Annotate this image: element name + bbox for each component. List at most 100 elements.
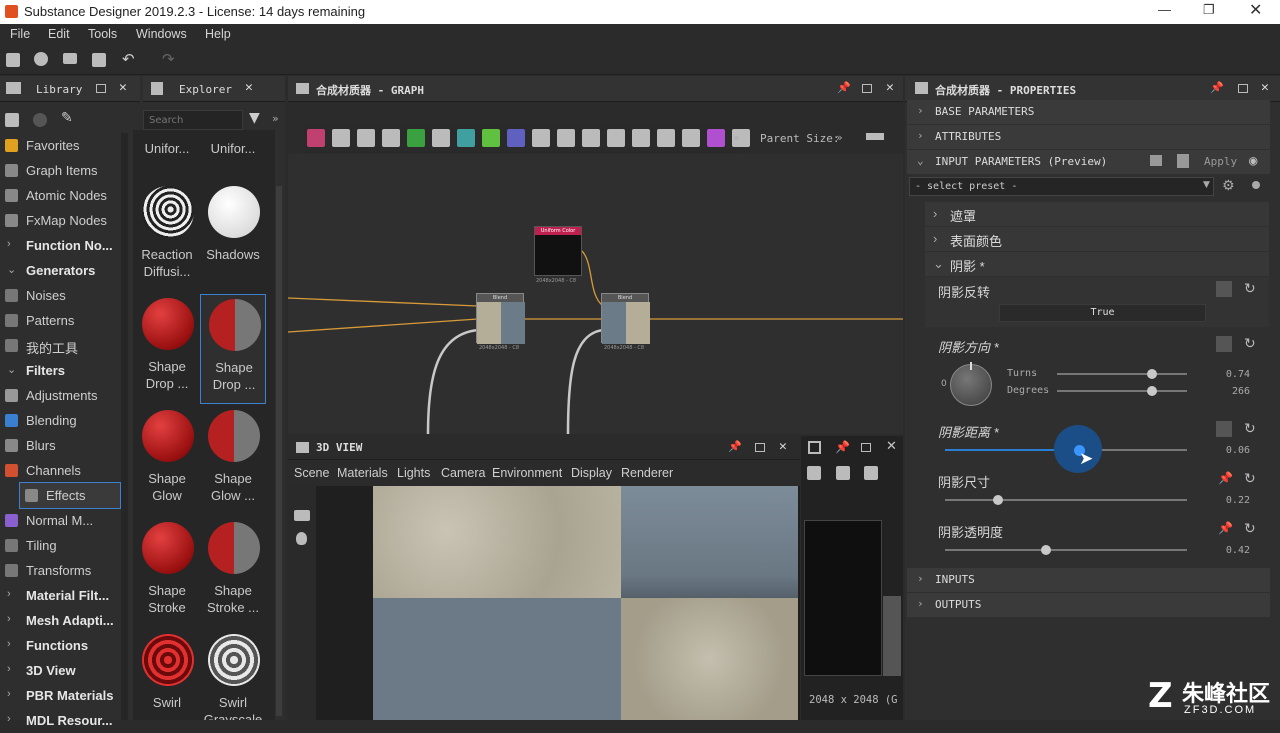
expand-arrow-icon[interactable]: › [7, 238, 11, 250]
library-tree-item[interactable]: Adjustments [0, 383, 130, 408]
light-icon[interactable] [296, 532, 307, 545]
size-value[interactable]: 0.22 [1210, 495, 1250, 506]
menu-help[interactable]: Help [205, 27, 231, 41]
opacity-value[interactable]: 0.42 [1210, 545, 1250, 556]
explorer-menu-icon[interactable] [151, 82, 163, 95]
view3d-menu-item[interactable]: Renderer [621, 466, 673, 480]
eye-icon[interactable]: ◉ [1249, 153, 1257, 169]
expose-distance-icon[interactable] [1216, 421, 1232, 437]
view3d-menu-icon[interactable] [296, 442, 309, 453]
pin-view3d-icon[interactable]: 📌 [728, 440, 742, 453]
menu-tools[interactable]: Tools [88, 27, 117, 41]
library-menu-icon[interactable] [6, 82, 21, 94]
filter-icon[interactable]: ▼ [249, 110, 260, 126]
expand-arrow-icon[interactable]: › [7, 588, 11, 600]
view3d-menu-item[interactable]: Display [571, 466, 612, 480]
library-tree-item[interactable]: › Mesh Adapti... [0, 608, 130, 633]
reset-size-icon[interactable]: ↻ [1244, 471, 1256, 487]
graph-layout-icon[interactable] [866, 133, 884, 140]
atomic-node-icon[interactable] [432, 129, 450, 147]
view3d-menu-item[interactable]: Materials [337, 466, 388, 480]
save-image-icon[interactable] [836, 466, 850, 480]
pin-opacity-icon[interactable]: 📌 [1218, 521, 1233, 535]
library-tree-item[interactable]: Graph Items [0, 158, 130, 183]
view2d-tool-icon[interactable] [807, 466, 821, 480]
close-properties-icon[interactable]: ✕ [1261, 80, 1269, 95]
degrees-slider-knob[interactable] [1147, 386, 1157, 396]
pin-size-icon[interactable]: 📌 [1218, 471, 1233, 485]
library-tree-item[interactable]: Blending [0, 408, 130, 433]
opacity-slider-track[interactable] [945, 549, 1187, 551]
atomic-node-icon[interactable] [532, 129, 550, 147]
reset-distance-icon[interactable]: ↻ [1244, 421, 1256, 437]
section-inputs[interactable]: › INPUTS [907, 568, 1270, 592]
expose-invert-icon[interactable] [1216, 281, 1232, 297]
library-tree-item[interactable]: Blurs [0, 433, 130, 458]
save-icon[interactable] [92, 53, 106, 67]
library-add-icon[interactable] [5, 113, 19, 127]
expand-arrow-icon[interactable]: ⌄ [7, 363, 16, 376]
menu-edit[interactable]: Edit [48, 27, 70, 41]
view3d-menu-item[interactable]: Camera [441, 466, 485, 480]
close-library-icon[interactable]: ✕ [119, 80, 127, 95]
view3d-menu-item[interactable]: Lights [397, 466, 430, 480]
expand-arrow-icon[interactable]: ⌄ [7, 263, 16, 276]
pin-properties-icon[interactable]: 📌 [1210, 81, 1224, 94]
size-slider-knob[interactable] [993, 495, 1003, 505]
library-node-thumbnail[interactable]: Shape Glow ... [200, 406, 266, 516]
direction-dial[interactable] [950, 362, 992, 406]
properties-menu-icon[interactable] [915, 82, 928, 94]
search-input[interactable] [144, 112, 240, 128]
turns-slider-track[interactable] [1057, 373, 1187, 375]
atomic-node-icon[interactable] [507, 129, 525, 147]
atomic-node-icon[interactable] [357, 129, 375, 147]
atomic-node-icon[interactable] [382, 129, 400, 147]
library-node-thumbnail[interactable]: Shadows [200, 182, 266, 292]
atomic-node-icon[interactable] [457, 129, 475, 147]
library-node-thumbnail[interactable]: Swirl Grayscale [200, 630, 266, 720]
library-tree-item[interactable]: Favorites [0, 133, 130, 158]
close-explorer-icon[interactable]: ✕ [245, 80, 253, 95]
atomic-node-icon[interactable] [307, 129, 325, 147]
copy-image-icon[interactable] [864, 466, 878, 480]
library-node-thumbnail[interactable]: Unifor... [134, 130, 200, 180]
library-node-thumbnail[interactable]: Shape Drop ... [200, 294, 266, 404]
view3d-menu-item[interactable]: Environment [492, 466, 562, 480]
tree-scrollbar[interactable] [121, 133, 128, 720]
group-surface-color[interactable]: › 表面颜色 [925, 227, 1269, 251]
2d-scrollbar[interactable] [883, 596, 901, 676]
library-tree-item[interactable]: Effects [19, 482, 121, 509]
library-tree-item[interactable]: 我的工具 [0, 333, 130, 358]
close-graph-icon[interactable]: ✕ [886, 80, 894, 95]
library-edit-icon[interactable]: ✎ [61, 110, 73, 126]
library-tree-item[interactable]: Atomic Nodes [0, 183, 130, 208]
section-input-parameters[interactable]: ⌄ INPUT PARAMETERS (Preview) Apply ◉ [907, 150, 1270, 174]
float-view3d-icon[interactable] [755, 443, 765, 452]
undo-icon[interactable]: ↶ [122, 50, 135, 68]
library-node-thumbnail[interactable]: Reaction Diffusi... [134, 182, 200, 292]
graph-menu-icon[interactable] [296, 83, 309, 94]
atomic-node-icon[interactable] [657, 129, 675, 147]
view3d-menu-item[interactable]: Scene [294, 466, 329, 480]
graph-node-uniform-color[interactable]: Uniform Color [534, 226, 582, 276]
library-tree-item[interactable]: Patterns [0, 308, 130, 333]
reset-opacity-icon[interactable]: ↻ [1244, 521, 1256, 537]
library-tree-item[interactable]: › Function No... [0, 233, 130, 258]
shadow-invert-toggle[interactable]: True [999, 304, 1206, 322]
turns-slider-knob[interactable] [1147, 369, 1157, 379]
graph-node-blend-1[interactable]: Blend [476, 293, 525, 344]
graph-node-blend-2[interactable]: Blend [601, 293, 650, 344]
library-search[interactable] [143, 110, 243, 130]
view3d-viewport[interactable] [288, 486, 800, 720]
view2d-menu-icon[interactable] [808, 441, 821, 454]
new-package-icon[interactable] [6, 53, 20, 67]
atomic-node-icon[interactable] [582, 129, 600, 147]
library-node-thumbnail[interactable]: Shape Drop ... [134, 294, 200, 404]
float-view2d-icon[interactable] [861, 443, 871, 452]
close-view2d-icon[interactable]: ✕ [886, 439, 897, 454]
preset-select[interactable]: - select preset - ▼ [909, 177, 1214, 196]
turns-value[interactable]: 0.74 [1210, 369, 1250, 380]
thumbs-scrollbar[interactable] [276, 186, 282, 716]
section-attributes[interactable]: › ATTRIBUTES [907, 125, 1270, 149]
size-slider-track[interactable] [945, 499, 1187, 501]
